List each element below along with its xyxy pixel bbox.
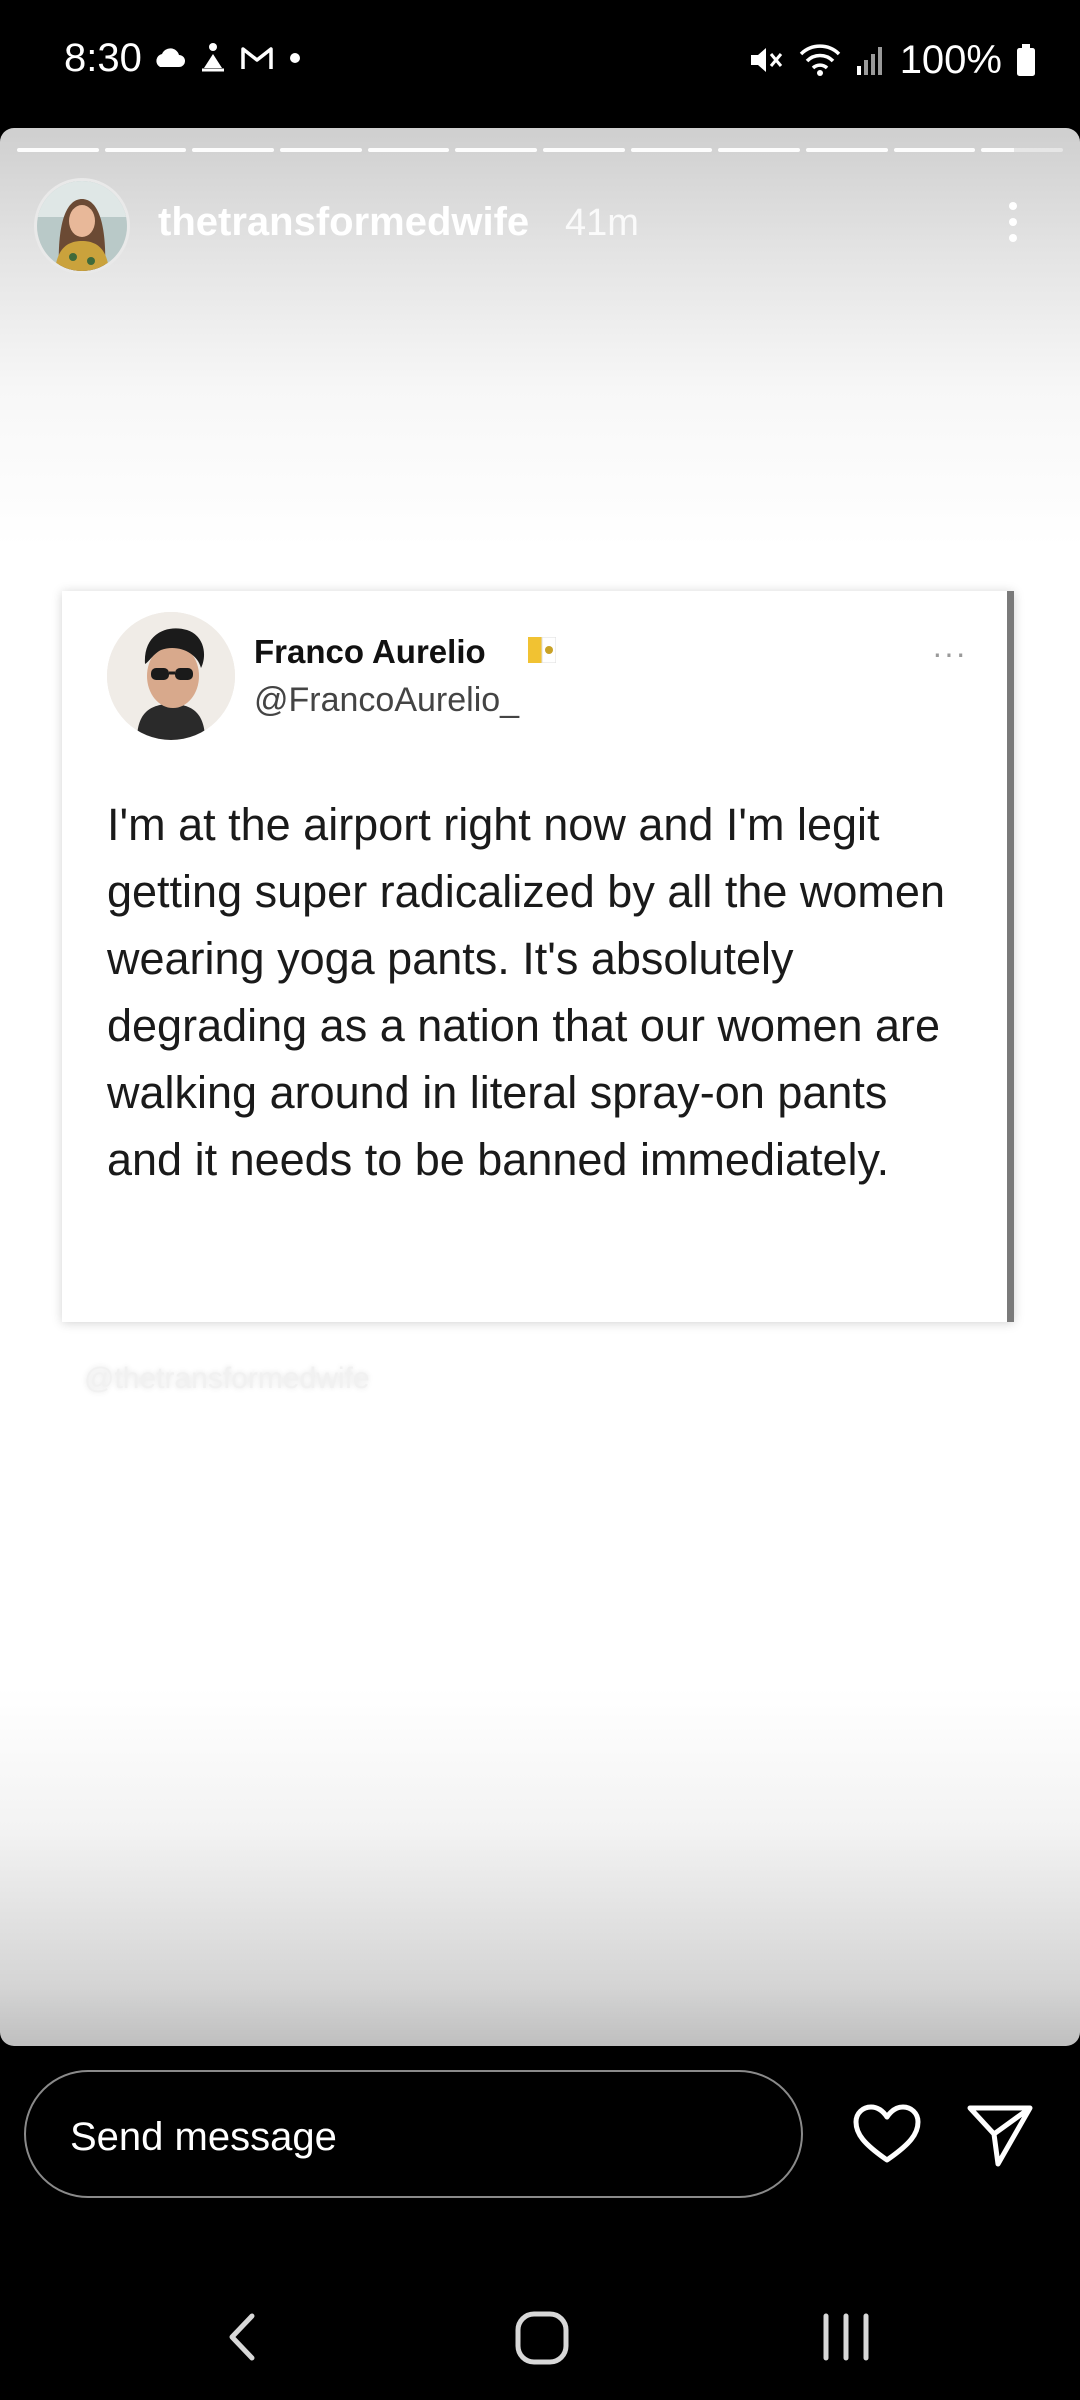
mute-icon <box>750 48 782 72</box>
progress-segment <box>806 148 888 152</box>
tweet-body: I'm at the airport right now and I'm leg… <box>107 799 945 1185</box>
back-icon[interactable] <box>222 2310 262 2364</box>
story-username[interactable]: thetransformedwife <box>158 200 529 245</box>
status-system-icons: 100% <box>748 36 1036 84</box>
progress-segment <box>17 148 99 152</box>
tweet-author-handle: @FrancoAurelio_ <box>254 681 520 719</box>
progress-segment-current <box>981 148 1064 152</box>
battery-percentage: 100% <box>899 37 1002 82</box>
wifi-icon <box>799 44 840 76</box>
tweet-screenshot: Franco Aurelio @FrancoAurelio_ ··· I'm a… <box>62 591 1014 1322</box>
send-message-input[interactable]: Send message <box>24 2070 803 2198</box>
recents-icon[interactable] <box>820 2310 872 2364</box>
battery-icon <box>1017 44 1035 76</box>
progress-segment <box>543 148 625 152</box>
status-time: 8:30 <box>64 36 142 80</box>
story-progress-bar <box>17 148 1064 154</box>
send-icon[interactable] <box>966 2102 1034 2168</box>
status-notification-icons <box>152 38 302 78</box>
vatican-flag-icon <box>528 637 556 663</box>
tweet-author-avatar <box>107 612 235 740</box>
more-dot <box>1009 234 1017 242</box>
home-icon[interactable] <box>514 2310 570 2366</box>
signal-icon <box>856 47 882 75</box>
heart-icon[interactable] <box>852 2104 922 2166</box>
progress-segment <box>192 148 275 152</box>
avatar-image <box>37 181 127 271</box>
tweet-more-icon: ··· <box>932 635 967 671</box>
story-viewer[interactable]: thetransformedwife 41m Franco Aurelio @F… <box>0 128 1080 2046</box>
progress-segment <box>104 148 187 152</box>
progress-segment <box>455 148 538 152</box>
meditation-icon <box>202 43 224 72</box>
send-message-placeholder: Send message <box>70 2115 337 2159</box>
more-dot <box>1009 218 1017 226</box>
story-timestamp: 41m <box>565 202 639 244</box>
cloud-icon <box>156 48 185 67</box>
tweet-author-name: Franco Aurelio <box>254 633 486 670</box>
tweet-avatar-image <box>107 612 235 740</box>
progress-segment <box>280 148 362 152</box>
status-bar: 8:30 100% <box>0 0 1080 120</box>
story-author-avatar[interactable] <box>34 178 130 274</box>
progress-segment <box>718 148 801 152</box>
system-navigation-bar <box>0 2270 1080 2400</box>
gmail-icon <box>241 47 273 69</box>
dot-icon <box>290 53 300 63</box>
progress-segment <box>893 148 976 152</box>
more-dot <box>1009 202 1017 210</box>
progress-segment <box>630 148 713 152</box>
progress-segment <box>367 148 450 152</box>
story-more-options-button[interactable] <box>998 192 1028 252</box>
story-watermark: @thetransformedwife <box>84 1362 370 1395</box>
